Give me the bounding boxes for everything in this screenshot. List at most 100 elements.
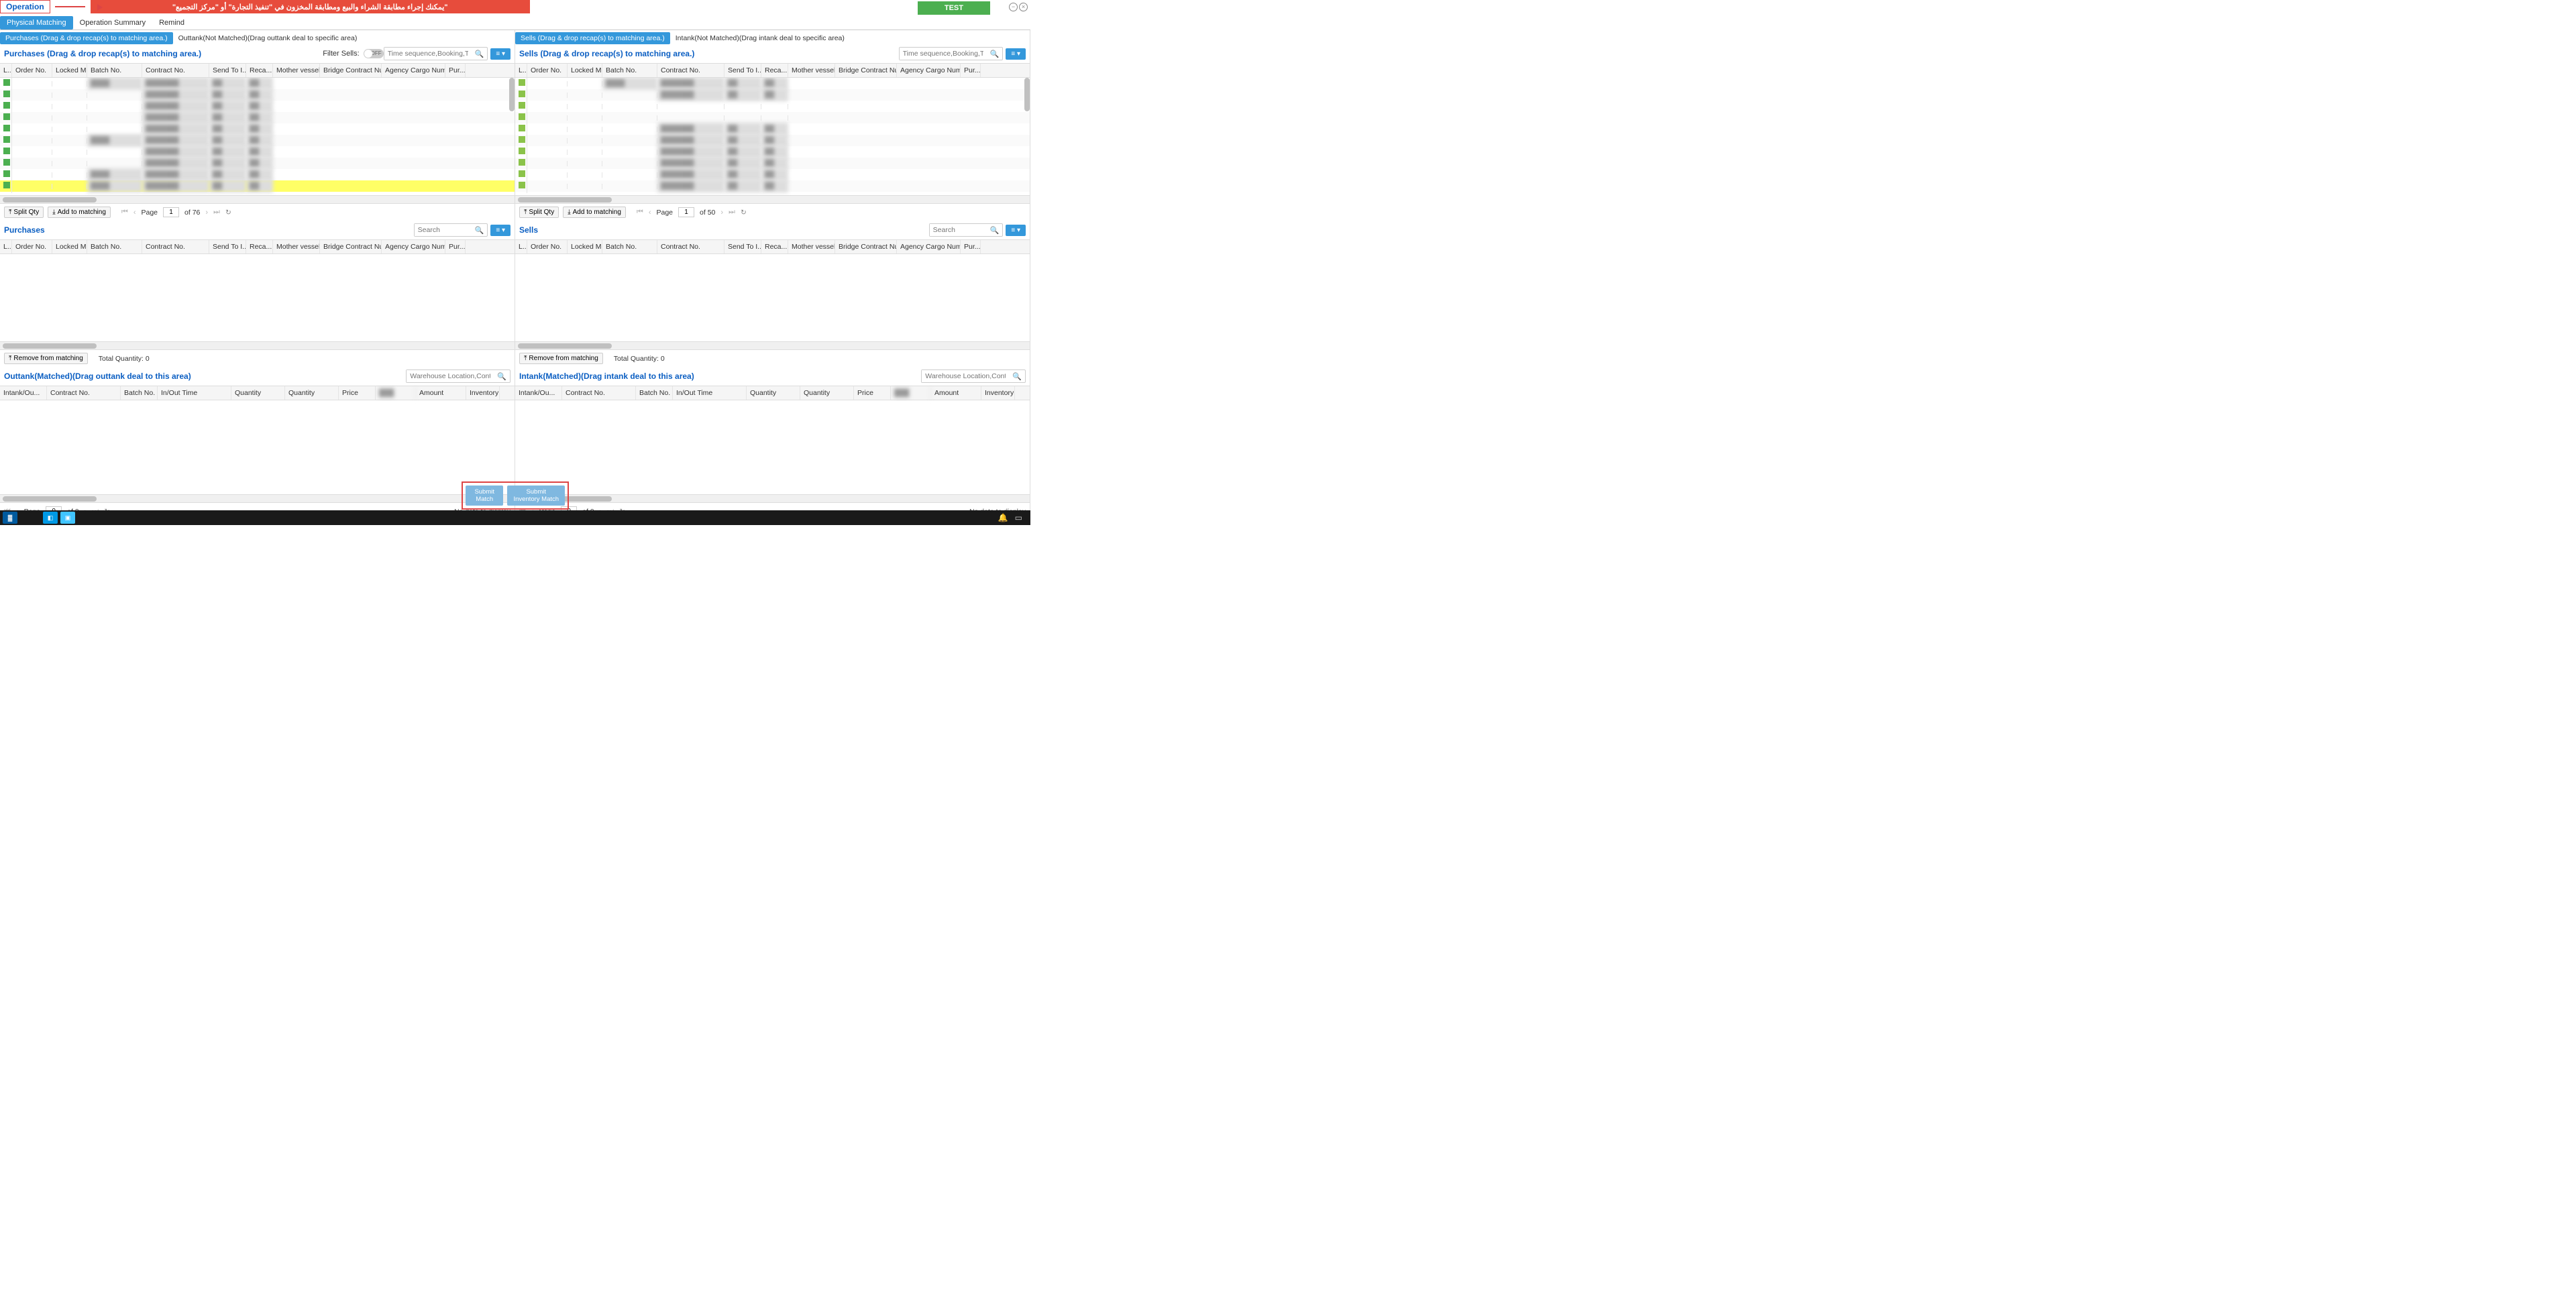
sells-search-input[interactable]: [900, 48, 987, 60]
subtab-outtank-notmatched[interactable]: Outtank(Not Matched)(Drag outtank deal t…: [173, 32, 363, 44]
notification-icon[interactable]: 🔔: [998, 513, 1008, 522]
test-button[interactable]: TEST: [918, 1, 990, 15]
arrow-annotation: [50, 0, 91, 13]
table-row: ███████████: [0, 123, 515, 135]
alert-banner: "يمكنك إجراء مطابقة الشراء والبيع ومطابق…: [91, 0, 530, 13]
sells-columns-button[interactable]: ≡ ▾: [1006, 48, 1026, 60]
page-input[interactable]: [678, 207, 694, 217]
table-row-highlighted: ███████████████: [0, 180, 515, 192]
table-row: ███████████: [515, 158, 1030, 169]
total-qu-label: Total Quantity: 0: [614, 355, 665, 363]
first-page-icon[interactable]: ⏮: [121, 208, 128, 217]
table-row: ███████████████: [0, 169, 515, 180]
total-quantity-label: Total Quantity: 0: [99, 355, 150, 363]
outtank-body[interactable]: [0, 400, 515, 494]
table-row: ███████████████: [0, 135, 515, 146]
purchases-panel-title: Purchases (Drag & drop recap(s) to match…: [4, 49, 323, 58]
taskbar-app-icon[interactable]: ◧: [43, 512, 58, 524]
last-page-icon[interactable]: ⏭: [213, 208, 220, 217]
purchases-matching-header: L..Order No.Locked M...Batch No.Contract…: [0, 240, 515, 254]
sells-hscroll[interactable]: [515, 195, 1030, 203]
sells-grid-body[interactable]: ███████████████ ███████████ ███████████ …: [515, 78, 1030, 195]
purchases-matching-body[interactable]: [0, 254, 515, 341]
refresh-icon[interactable]: ↻: [741, 209, 747, 217]
purchases-search-input[interactable]: [384, 48, 472, 60]
subtab-intank-notmatched[interactable]: Intank(Not Matched)(Drag intank deal to …: [670, 32, 850, 44]
columns-button[interactable]: ≡ ▾: [490, 225, 511, 236]
table-row: ███████████: [515, 180, 1030, 192]
search-icon[interactable]: 🔍: [472, 50, 488, 58]
filter-sells-label: Filter Sells:: [323, 50, 359, 58]
search-icon[interactable]: 🔍: [494, 372, 510, 381]
subtab-purchases[interactable]: Purchases (Drag & drop recap(s) to match…: [0, 32, 173, 44]
table-row: [515, 112, 1030, 123]
search-icon[interactable]: 🔍: [987, 226, 1003, 235]
prev-page-icon[interactable]: ‹: [133, 209, 136, 217]
taskbar-app-icon[interactable]: ▣: [60, 512, 75, 524]
sells-matching-title: Sells: [519, 225, 929, 235]
table-row: [515, 101, 1030, 112]
close-icon[interactable]: ×: [1019, 3, 1028, 11]
purchases-matching-title: Purchases: [4, 225, 414, 235]
purchases-grid-header: L..Order No.Locked M...Batch No.Contract…: [0, 64, 515, 78]
hscroll[interactable]: [0, 341, 515, 349]
sells-grid-header: L..Order No.Locked M...Batch No.Contract…: [515, 64, 1030, 78]
tab-physical-matching[interactable]: Physical Matching: [0, 16, 73, 30]
search-icon[interactable]: 🔍: [472, 226, 488, 235]
minimize-icon[interactable]: −: [1009, 3, 1018, 11]
table-row: ███████████: [0, 146, 515, 158]
outtank-matched-title: Outtank(Matched)(Drag outtank deal to th…: [4, 372, 406, 381]
purchases-grid-body[interactable]: ███████████████ ███████████ ███████████ …: [0, 78, 515, 195]
table-row: ███████████: [515, 89, 1030, 101]
next-page-icon[interactable]: ›: [205, 209, 208, 217]
submit-bar: Submit Match Submit Inventory Match: [462, 481, 569, 510]
submit-match-button[interactable]: Submit Match: [466, 486, 503, 506]
taskbar-app-icon[interactable]: ▓: [3, 512, 17, 524]
intank-header: Intank/Ou...Contract No.Batch No.In/Out …: [515, 386, 1030, 400]
split-qty-button[interactable]: ⤒ Split Qty: [4, 207, 44, 218]
first-page-icon[interactable]: ⏮: [637, 208, 643, 217]
table-row: ███████████: [0, 101, 515, 112]
page-input[interactable]: [163, 207, 179, 217]
table-row: ███████████: [0, 89, 515, 101]
remove-from-matching-button[interactable]: ⤒ Remove from matching: [4, 353, 88, 364]
hscroll[interactable]: [515, 341, 1030, 349]
search-icon[interactable]: 🔍: [987, 50, 1003, 58]
tab-remind[interactable]: Remind: [152, 16, 191, 30]
next-page-icon[interactable]: ›: [720, 209, 723, 217]
tab-operation-summary[interactable]: Operation Summary: [73, 16, 152, 30]
purchases-columns-button[interactable]: ≡ ▾: [490, 48, 511, 60]
sells-matching-body[interactable]: [515, 254, 1030, 341]
table-row: ███████████: [515, 146, 1030, 158]
sells-panel-title: Sells (Drag & drop recap(s) to matching …: [519, 49, 899, 58]
purchases-matching-search[interactable]: [415, 224, 472, 236]
sells-matching-search[interactable]: [930, 224, 987, 236]
submit-inventory-match-button[interactable]: Submit Inventory Match: [507, 486, 565, 506]
outtank-header: Intank/Ou...Contract No.Batch No.In/Out …: [0, 386, 515, 400]
action-center-icon[interactable]: ▭: [1015, 513, 1022, 522]
last-page-icon[interactable]: ⏭: [729, 208, 735, 217]
table-row: ███████████: [515, 123, 1030, 135]
hscroll[interactable]: [515, 494, 1030, 502]
intank-search[interactable]: [922, 370, 1009, 382]
intank-body[interactable]: [515, 400, 1030, 494]
taskbar: ▓ ◧ ▣ 🔔 ▭: [0, 510, 1030, 525]
filter-sells-toggle[interactable]: OFF: [364, 49, 384, 58]
table-row: ███████████: [0, 112, 515, 123]
split-qty-button[interactable]: ⤒ Split Qty: [519, 207, 559, 218]
remove-from-matching-button[interactable]: ⤒ Remove from matching: [519, 353, 603, 364]
columns-button[interactable]: ≡ ▾: [1006, 225, 1026, 236]
table-row: ███████████████: [515, 78, 1030, 89]
outtank-search[interactable]: [407, 370, 494, 382]
purchases-hscroll[interactable]: [0, 195, 515, 203]
prev-page-icon[interactable]: ‹: [649, 209, 651, 217]
intank-matched-title: Intank(Matched)(Drag intank deal to this…: [519, 372, 921, 381]
add-to-matching-button[interactable]: ⤓ Add to matching: [48, 207, 111, 218]
hscroll[interactable]: [0, 494, 515, 502]
refresh-icon[interactable]: ↻: [225, 209, 231, 217]
search-icon[interactable]: 🔍: [1009, 372, 1025, 381]
add-to-matching-button[interactable]: ⤓ Add to matching: [563, 207, 626, 218]
sells-matching-header: L..Order No.Locked M...Batch No.Contract…: [515, 240, 1030, 254]
subtab-sells[interactable]: Sells (Drag & drop recap(s) to matching …: [515, 32, 670, 44]
operation-title: Operation: [0, 0, 50, 13]
